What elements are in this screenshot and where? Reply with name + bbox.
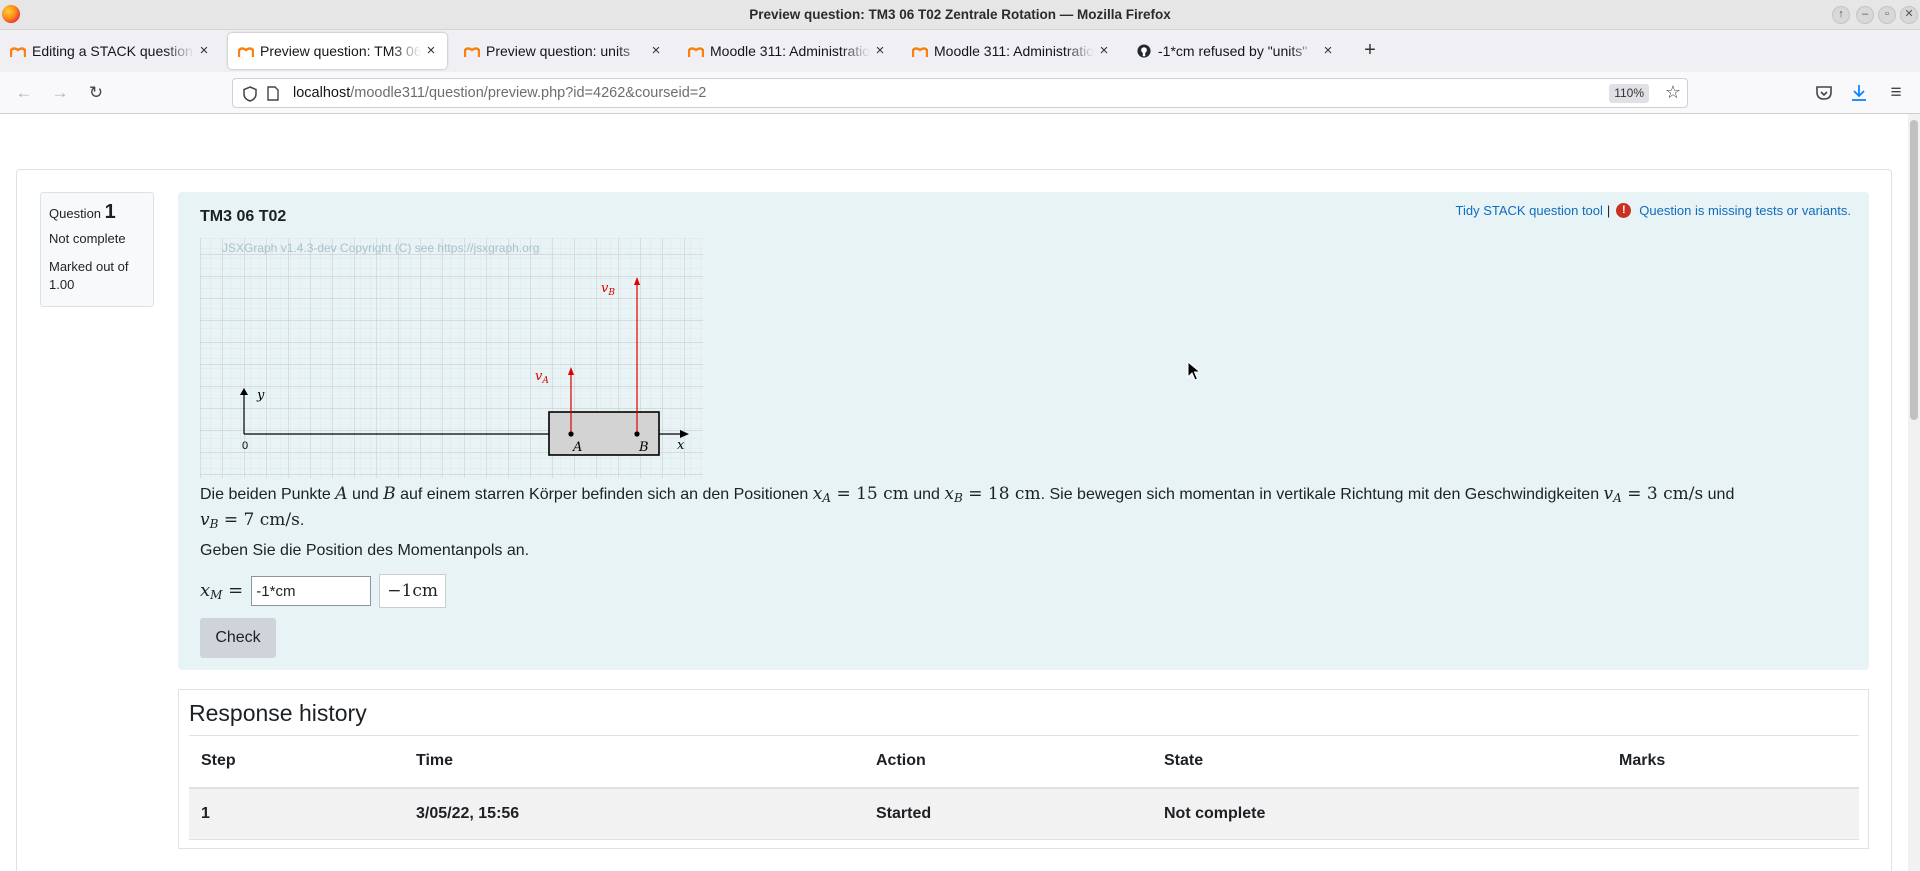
tab-close-icon[interactable]: × bbox=[196, 43, 212, 59]
tab-editing-stack[interactable]: Editing a STACK question × bbox=[0, 33, 220, 69]
bookmark-star-icon[interactable]: ☆ bbox=[1665, 82, 1681, 103]
tab-close-icon[interactable]: × bbox=[872, 43, 888, 59]
point-a[interactable] bbox=[568, 431, 574, 437]
page-content: Question 1 Not complete Marked out of 1.… bbox=[0, 114, 1908, 871]
close-window-icon[interactable]: ✕ bbox=[1900, 6, 1918, 24]
question-state: Not complete bbox=[49, 231, 126, 246]
moodle-icon bbox=[688, 47, 704, 57]
cell-state: Not complete bbox=[1152, 787, 1607, 840]
maximize-icon[interactable]: ▫ bbox=[1878, 6, 1896, 24]
math-xb: xB = 18 cm bbox=[944, 484, 1041, 505]
answer-validation-preview: −1 cm bbox=[379, 574, 446, 608]
url-bar[interactable]: localhost/moodle311/question/preview.php… bbox=[232, 78, 1688, 108]
question-number: 1 bbox=[104, 201, 116, 223]
jsxgraph-board[interactable]: JSXGraph v1.4.3-dev Copyright (C) see ht… bbox=[200, 238, 703, 478]
column-header-action: Action bbox=[864, 735, 1152, 789]
tab-moodle-admin-2[interactable]: Moodle 311: Administration × bbox=[902, 33, 1120, 69]
navigation-bar: ← → ↻ localhost/moodle311/question/previ… bbox=[0, 72, 1920, 114]
answer-row: xM = −1 cm bbox=[200, 574, 446, 608]
point-a-label: A bbox=[572, 440, 582, 455]
missing-tests-link[interactable]: Question is missing tests or variants. bbox=[1639, 203, 1851, 218]
check-button[interactable]: Check bbox=[200, 618, 276, 658]
question-prompt: Geben Sie die Position des Momentanpols … bbox=[200, 542, 530, 559]
column-header-time: Time bbox=[404, 735, 864, 789]
moodle-icon bbox=[912, 47, 928, 57]
tab-preview-tm3[interactable]: Preview question: TM3 06 T02 Zentrale Ro… bbox=[228, 33, 447, 69]
response-history: Response history Step Time Action State … bbox=[178, 689, 1869, 849]
column-header-marks: Marks bbox=[1607, 735, 1859, 789]
tab-close-icon[interactable]: × bbox=[1320, 43, 1336, 59]
github-icon bbox=[1137, 44, 1151, 58]
moodle-icon bbox=[10, 47, 26, 57]
point-b-label: B bbox=[638, 440, 649, 455]
tab-strip: Editing a STACK question × Preview quest… bbox=[0, 30, 1920, 72]
x-axis-label: x bbox=[677, 438, 685, 453]
y-axis-label: y bbox=[256, 388, 265, 403]
minimize-icon[interactable]: – bbox=[1856, 6, 1874, 24]
url-text[interactable]: localhost/moodle311/question/preview.php… bbox=[293, 85, 706, 101]
question-text-line-2: vB = 7 cm/s. bbox=[200, 510, 305, 531]
download-icon[interactable] bbox=[1850, 83, 1868, 103]
stack-links: Tidy STACK question tool | ! Question is… bbox=[1456, 203, 1851, 218]
title-bar: Preview question: TM3 06 T02 Zentrale Ro… bbox=[0, 0, 1920, 30]
math-point-a: A bbox=[335, 484, 348, 504]
question-grade: Marked out of 1.00 bbox=[49, 259, 129, 292]
answer-label: xM = bbox=[200, 580, 244, 602]
scrollbar-thumb[interactable] bbox=[1910, 120, 1918, 420]
moodle-icon bbox=[464, 47, 480, 57]
shield-icon bbox=[243, 86, 257, 102]
origin-label: 0 bbox=[242, 440, 248, 452]
math-point-b: B bbox=[383, 484, 396, 504]
cell-step: 1 bbox=[189, 787, 404, 840]
question-text-line-1: Die beiden Punkte A und B auf einem star… bbox=[200, 484, 1735, 505]
column-header-step: Step bbox=[189, 735, 404, 789]
math-vb: vB = 7 cm/s bbox=[200, 510, 300, 531]
window-title: Preview question: TM3 06 T02 Zentrale Ro… bbox=[749, 7, 1171, 22]
tab-github-issue[interactable]: -1*cm refused by "units" × bbox=[1126, 33, 1344, 69]
window-up-icon[interactable]: ↑ bbox=[1832, 6, 1850, 24]
cell-marks bbox=[1607, 787, 1859, 840]
tab-close-icon[interactable]: × bbox=[423, 43, 439, 59]
reload-icon[interactable]: ↻ bbox=[84, 81, 108, 105]
warning-icon: ! bbox=[1616, 203, 1632, 218]
cell-action: Started bbox=[864, 787, 1152, 840]
table-header-row: Step Time Action State Marks bbox=[189, 735, 1859, 789]
math-va: vA = 3 cm/s bbox=[1603, 484, 1704, 505]
back-arrow-icon[interactable]: ← bbox=[12, 81, 36, 105]
page-icon bbox=[267, 86, 279, 101]
forward-arrow-icon[interactable]: → bbox=[48, 81, 72, 105]
response-history-title: Response history bbox=[189, 700, 367, 726]
table-row: 1 3/05/22, 15:56 Started Not complete bbox=[189, 787, 1859, 840]
pocket-icon[interactable] bbox=[1815, 84, 1833, 102]
question-formulation: TM3 06 T02 Tidy STACK question tool | ! … bbox=[178, 192, 1869, 670]
tidy-stack-tool-link[interactable]: Tidy STACK question tool bbox=[1456, 203, 1603, 218]
tab-close-icon[interactable]: × bbox=[1096, 43, 1112, 59]
moodle-icon bbox=[238, 47, 254, 57]
cell-time: 3/05/22, 15:56 bbox=[404, 787, 864, 840]
tab-close-icon[interactable]: × bbox=[648, 43, 664, 59]
math-xa: xA = 15 cm bbox=[812, 484, 909, 505]
point-b[interactable] bbox=[634, 431, 640, 437]
column-header-state: State bbox=[1152, 735, 1607, 789]
link-separator: | bbox=[1606, 203, 1611, 218]
response-history-table: Step Time Action State Marks 1 3/05/22, … bbox=[189, 735, 1859, 840]
new-tab-plus-icon[interactable]: + bbox=[1358, 38, 1382, 62]
tab-preview-units[interactable]: Preview question: units × bbox=[454, 33, 672, 69]
tab-moodle-admin-1[interactable]: Moodle 311: Administration × bbox=[678, 33, 896, 69]
zoom-level-badge[interactable]: 110% bbox=[1609, 84, 1649, 103]
question-info-box: Question 1 Not complete Marked out of 1.… bbox=[40, 192, 154, 307]
question-title: TM3 06 T02 bbox=[200, 208, 287, 225]
page-scrollbar[interactable] bbox=[1908, 114, 1920, 871]
answer-input[interactable] bbox=[251, 576, 372, 606]
jsxgraph-watermark: JSXGraph v1.4.3-dev Copyright (C) see ht… bbox=[222, 241, 539, 255]
mouse-cursor-icon bbox=[1187, 361, 1201, 381]
hamburger-menu-icon[interactable]: ≡ bbox=[1884, 81, 1908, 105]
question-label: Question bbox=[49, 206, 102, 221]
